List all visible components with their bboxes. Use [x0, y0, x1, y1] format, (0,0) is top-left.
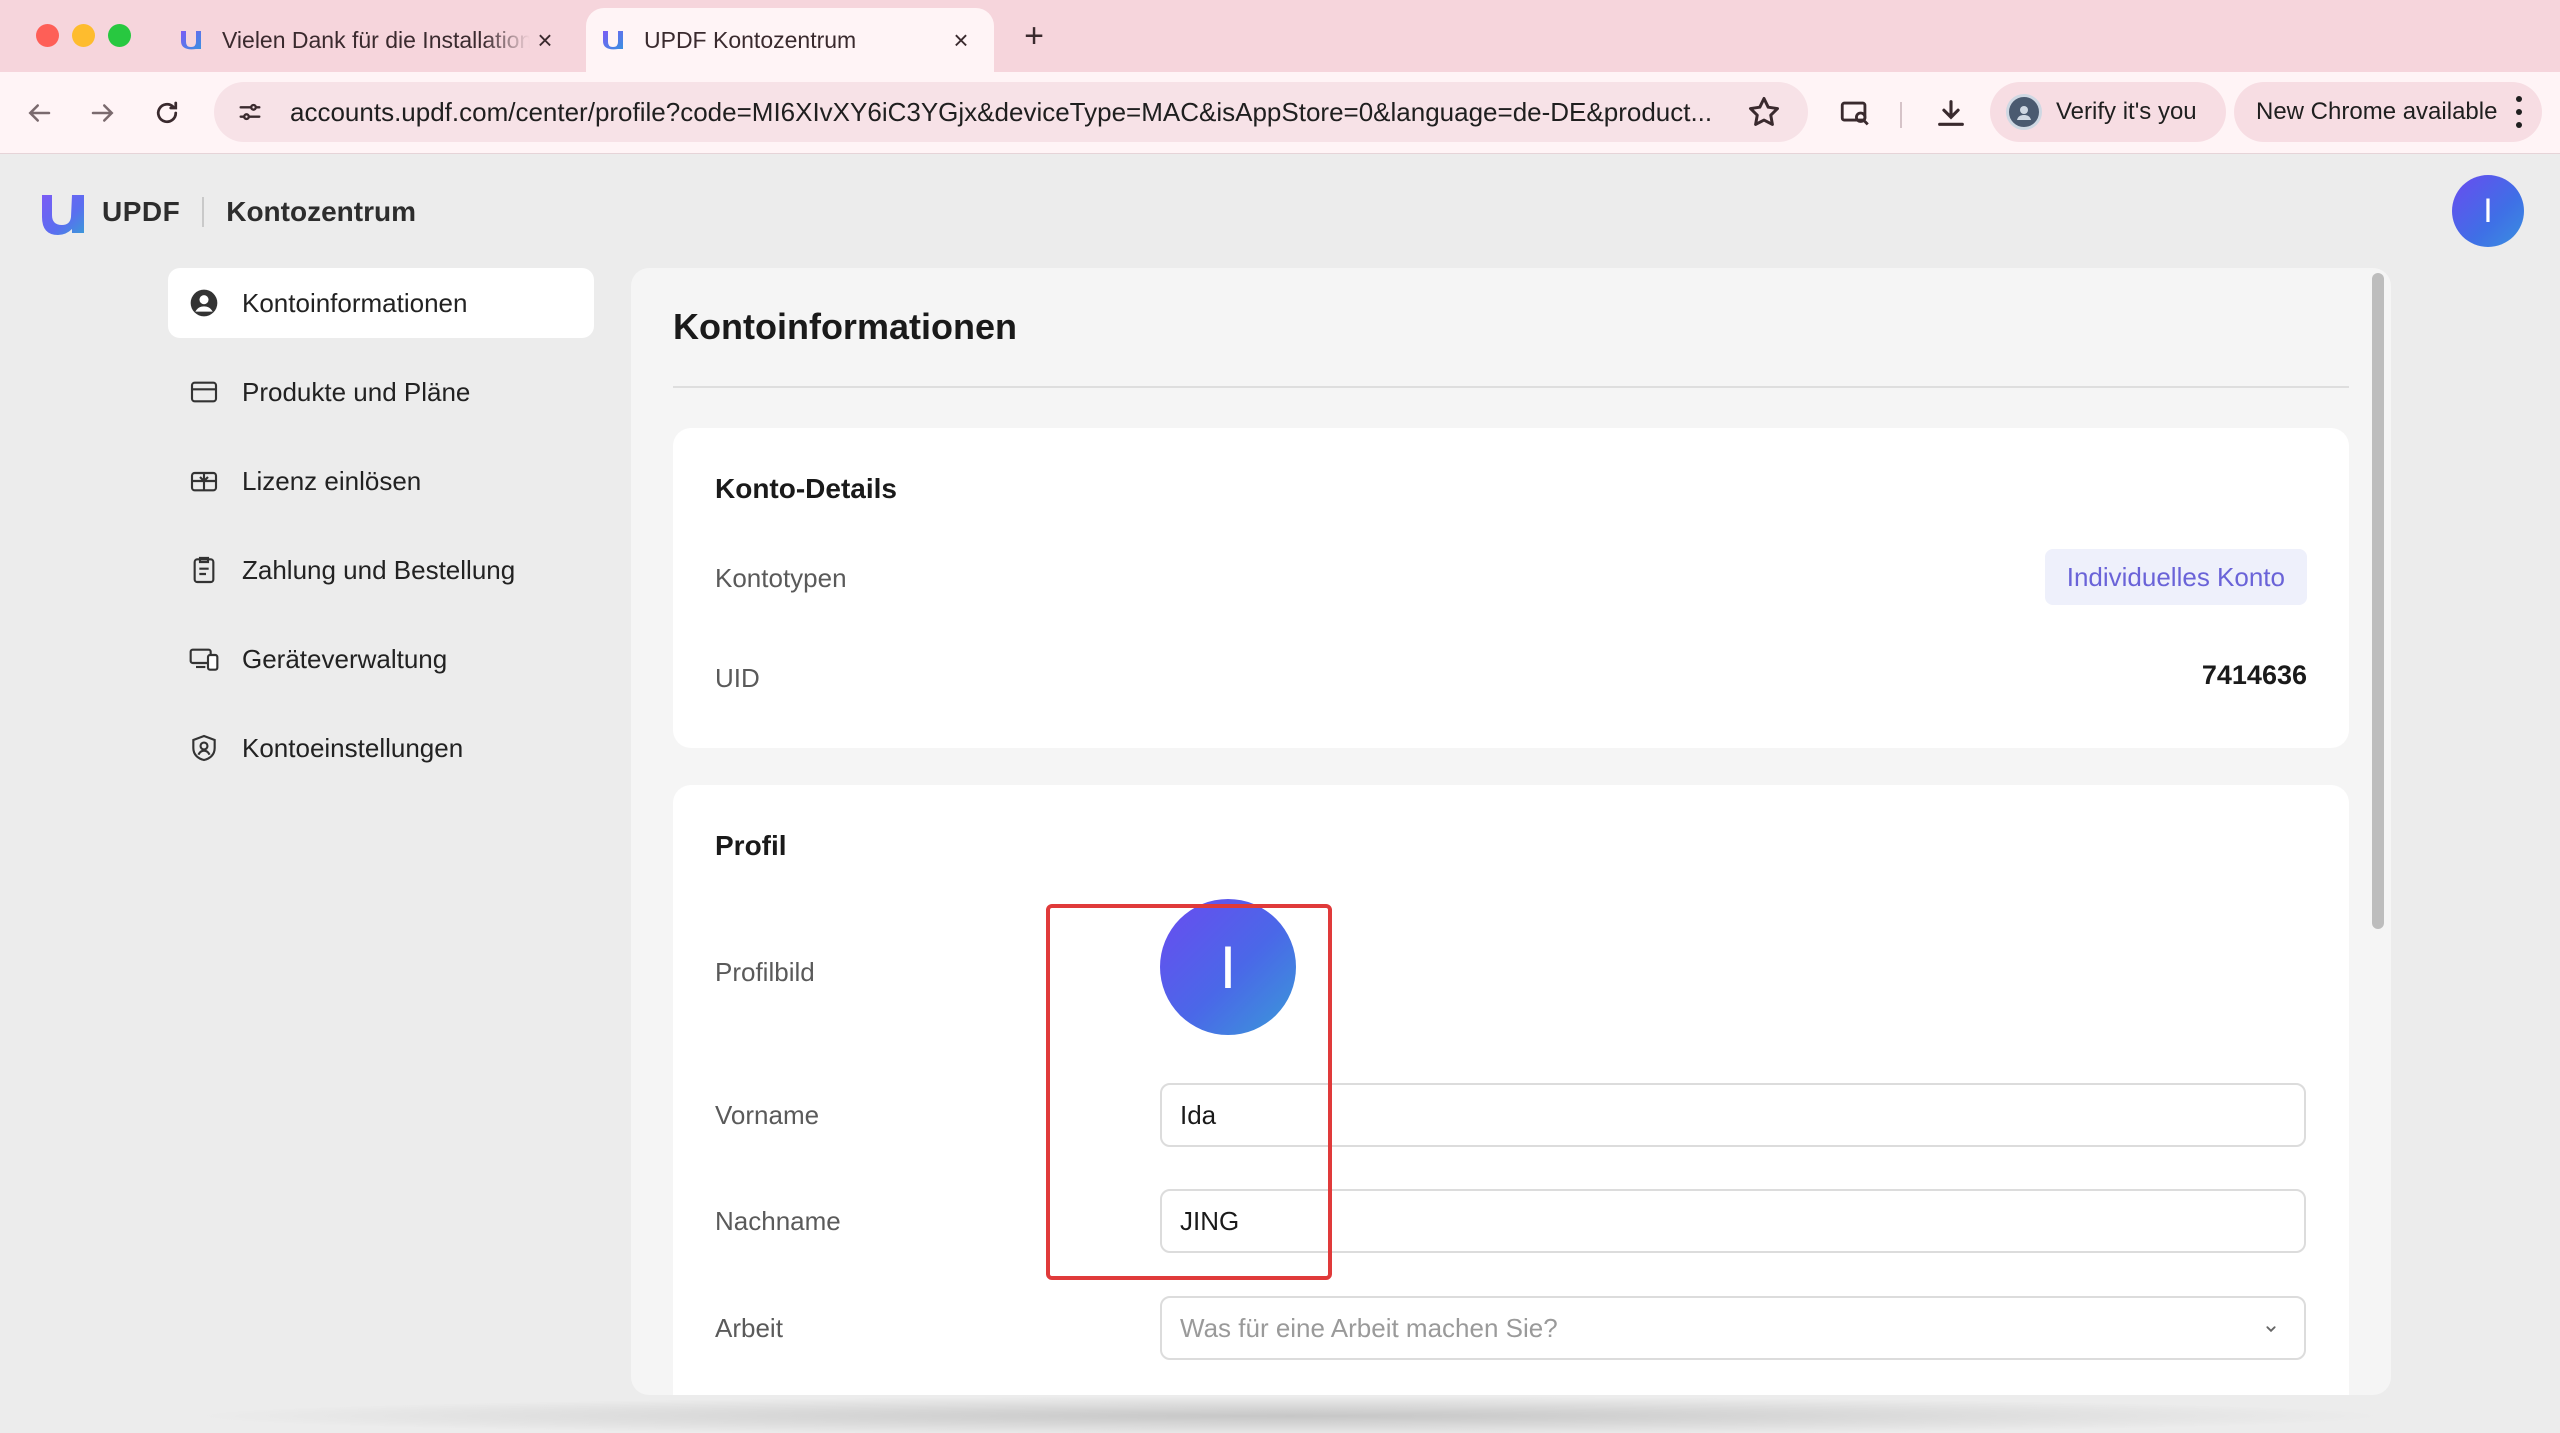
tab-kontozentrum[interactable]: UPDF Kontozentrum × — [586, 8, 994, 72]
updf-favicon-icon — [181, 31, 201, 50]
updf-logo-icon — [42, 195, 84, 235]
window-shadow — [180, 1396, 2400, 1433]
last-name-label: Nachname — [715, 1206, 841, 1236]
star-icon[interactable] — [1746, 94, 1782, 130]
window-close-button[interactable] — [36, 24, 59, 47]
gift-icon — [190, 471, 218, 492]
job-placeholder: Was für eine Arbeit machen Sie? — [1180, 1312, 1558, 1343]
sidebar-item-lizenz[interactable]: Lizenz einlösen — [168, 446, 594, 516]
job-select[interactable]: Was für eine Arbeit machen Sie? — [1160, 1296, 2306, 1360]
new-tab-button[interactable]: + — [1016, 17, 1052, 55]
toolbar-separator — [1900, 102, 1902, 128]
page-title: Kontoinformationen — [673, 306, 1017, 347]
close-icon[interactable]: × — [946, 25, 976, 55]
sidebar-item-einstellungen[interactable]: Kontoeinstellungen — [168, 713, 594, 783]
devices-icon — [189, 648, 219, 671]
browser-toolbar: accounts.updf.com/center/profile?code=MI… — [0, 72, 2560, 154]
sidebar-item-label: Produkte und Pläne — [242, 376, 471, 407]
profile-picture-label: Profilbild — [715, 957, 815, 987]
shield-user-icon — [192, 734, 216, 762]
account-type-label: Kontotypen — [715, 563, 847, 593]
address-bar[interactable]: accounts.updf.com/center/profile?code=MI… — [214, 82, 1808, 142]
back-icon[interactable] — [18, 92, 60, 134]
first-name-label: Vorname — [715, 1100, 820, 1130]
tab-thanks-install[interactable]: Vielen Dank für die Installation × — [168, 8, 578, 72]
brand-subtitle: Kontozentrum — [226, 196, 416, 227]
sidebar-item-label: Zahlung und Bestellung — [242, 554, 516, 585]
uid-label: UID — [715, 663, 760, 693]
verify-identity-button[interactable]: Verify it's you — [1990, 82, 2226, 142]
site-info-icon[interactable] — [228, 90, 272, 134]
sidebar-item-label: Geräteverwaltung — [242, 643, 448, 674]
profile-card: Profil Profilbild I Vorname Nachname Arb… — [673, 785, 2349, 1395]
brand-divider — [202, 197, 205, 227]
update-label: New Chrome available — [2256, 98, 2498, 125]
page-scrollbar[interactable] — [2372, 273, 2384, 929]
brand-header[interactable]: UPDF Kontozentrum — [38, 187, 416, 237]
tab-title: UPDF Kontozentrum — [644, 26, 857, 53]
card-title: Konto-Details — [715, 473, 897, 504]
sidebar-item-produkte[interactable]: Produkte und Pläne — [168, 357, 594, 427]
chrome-update-button[interactable]: New Chrome available — [2234, 82, 2542, 142]
sidebar-item-label: Lizenz einlösen — [242, 465, 422, 496]
tab-title: Vielen Dank für die Installation — [222, 26, 530, 53]
annotation-highlight-box — [1046, 904, 1332, 1280]
verify-label: Verify it's you — [2056, 98, 2197, 125]
uid-value: 7414636 — [2201, 660, 2307, 690]
sidebar-item-kontoinformationen[interactable]: Kontoinformationen — [168, 268, 594, 338]
kebab-icon[interactable] — [2514, 96, 2524, 128]
browser-tab-strip: Vielen Dank für die Installation × UPDF … — [0, 0, 2560, 72]
account-type-badge: Individuelles Konto — [2044, 549, 2307, 605]
reload-icon[interactable] — [146, 92, 188, 134]
url-text[interactable]: accounts.updf.com/center/profile?code=MI… — [290, 97, 1740, 128]
account-details-card: Konto-Details Kontotypen Individuelles K… — [673, 428, 2349, 748]
card-title: Profil — [715, 830, 787, 861]
card-icon — [190, 381, 218, 403]
chevron-down-icon — [2266, 1326, 2276, 1333]
sidebar-item-zahlung[interactable]: Zahlung und Bestellung — [168, 535, 594, 605]
sidebar-item-label: Kontoinformationen — [242, 287, 468, 318]
forward-icon[interactable] — [82, 92, 124, 134]
sidebar-item-geraete[interactable]: Geräteverwaltung — [168, 624, 594, 694]
user-avatar[interactable]: I — [2452, 175, 2524, 247]
updf-favicon-icon — [603, 31, 623, 50]
window-zoom-button[interactable] — [108, 24, 131, 47]
sidebar-item-label: Kontoeinstellungen — [242, 732, 464, 763]
main-panel: Kontoinformationen Konto-Details Kontoty… — [631, 268, 2391, 1395]
brand-name: UPDF — [102, 196, 181, 227]
window-minimize-button[interactable] — [72, 24, 95, 47]
clipboard-icon — [193, 556, 215, 584]
sidebar-nav: Kontoinformationen Produkte und Pläne Li… — [168, 268, 594, 802]
title-divider — [673, 386, 2349, 388]
download-icon[interactable] — [1930, 92, 1972, 134]
search-tab-icon[interactable] — [1834, 92, 1876, 134]
close-icon[interactable]: × — [530, 25, 560, 55]
job-label: Arbeit — [715, 1313, 783, 1343]
profile-avatar-icon — [2006, 94, 2042, 130]
user-circle-icon — [190, 289, 218, 317]
